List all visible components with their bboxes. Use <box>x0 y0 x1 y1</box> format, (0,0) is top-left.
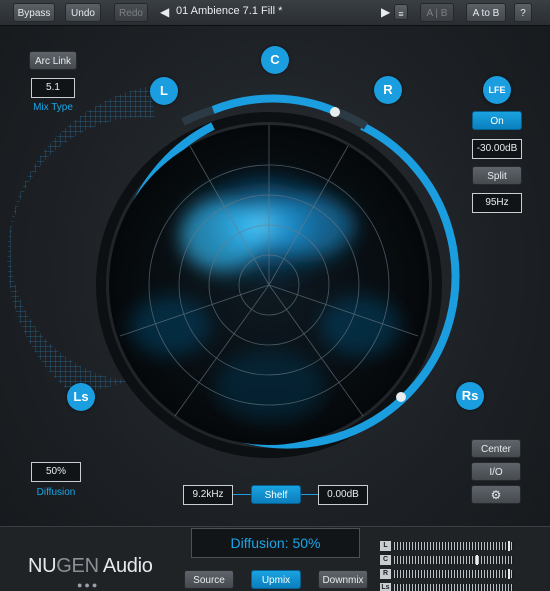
meter-label: Ls <box>380 583 391 591</box>
meter-label: R <box>380 569 391 579</box>
page-dots[interactable]: ●●● <box>77 580 99 590</box>
meter-bar <box>394 542 514 550</box>
toolbar: Bypass Undo Redo ◀ 01 Ambience 7.1 Fill … <box>0 0 550 26</box>
bypass-button[interactable]: Bypass <box>13 3 55 22</box>
help-button[interactable]: ? <box>514 3 532 22</box>
meter-row: Ls <box>380 582 530 591</box>
meter-bar <box>394 584 514 591</box>
lfe-freq-field[interactable]: 95Hz <box>472 193 522 213</box>
diffusion-readout: Diffusion: 50% <box>191 528 360 558</box>
lfe-split-button[interactable]: Split <box>472 166 522 185</box>
plugin-window: Bypass Undo Redo ◀ 01 Ambience 7.1 Fill … <box>0 0 550 591</box>
meter-peak <box>508 541 510 551</box>
speaker-lfe[interactable]: LFE <box>483 76 511 104</box>
meter-bar <box>394 556 514 564</box>
tab-upmix[interactable]: Upmix <box>251 570 301 589</box>
meter-label: C <box>380 555 391 565</box>
meter-row: R <box>380 568 530 581</box>
meter-row: L <box>380 540 530 553</box>
speaker-r[interactable]: R <box>374 76 402 104</box>
gear-icon[interactable]: ⚙ <box>471 485 521 504</box>
eq-connector-right <box>301 494 318 495</box>
preset-name[interactable]: 01 Ambience 7.1 Fill * <box>176 5 282 17</box>
eq-connector-left <box>233 494 251 495</box>
tab-downmix[interactable]: Downmix <box>318 570 368 589</box>
center-button[interactable]: Center <box>471 439 521 458</box>
rear-arc-handle[interactable] <box>396 392 406 402</box>
io-button[interactable]: I/O <box>471 462 521 481</box>
meter-label: L <box>380 541 391 551</box>
front-arc[interactable] <box>211 94 339 116</box>
undo-button[interactable]: Undo <box>65 3 101 22</box>
redo-button[interactable]: Redo <box>114 3 148 22</box>
ab-compare-button[interactable]: A | B <box>420 3 454 22</box>
speaker-c[interactable]: C <box>261 46 289 74</box>
output-meters: L C R Ls <box>380 540 530 591</box>
meter-bar <box>394 570 514 578</box>
prev-preset-icon[interactable]: ◀ <box>160 5 169 19</box>
speaker-rs[interactable]: Rs <box>456 382 484 410</box>
lfe-gain-field[interactable]: -30.00dB <box>472 139 522 159</box>
brand-logo: NUGEN Audio <box>28 555 153 577</box>
meter-peak <box>508 569 510 579</box>
preset-list-icon[interactable]: ≡ <box>394 4 408 20</box>
eq-gain-field[interactable]: 0.00dB <box>318 485 368 505</box>
meter-row: C <box>380 554 530 567</box>
lfe-on-button[interactable]: On <box>472 111 522 130</box>
speaker-ls[interactable]: Ls <box>67 383 95 411</box>
meter-peak <box>476 555 478 565</box>
surround-field[interactable] <box>0 26 550 526</box>
a-to-b-button[interactable]: A to B <box>466 3 506 22</box>
eq-freq-field[interactable]: 9.2kHz <box>183 485 233 505</box>
speaker-l[interactable]: L <box>150 77 178 105</box>
eq-shelf-button[interactable]: Shelf <box>251 485 301 504</box>
tab-source[interactable]: Source <box>184 570 234 589</box>
front-arc-handle[interactable] <box>330 107 340 117</box>
next-preset-icon[interactable]: ▶ <box>381 5 390 19</box>
